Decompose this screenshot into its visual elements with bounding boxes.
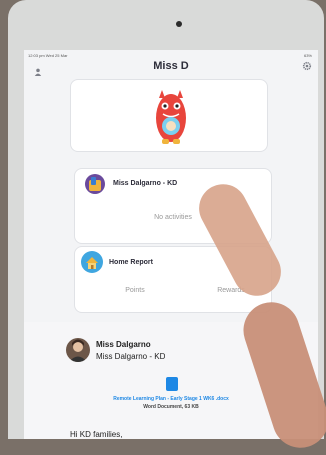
post-body: Hi KD families, xyxy=(70,430,123,439)
gear-icon[interactable] xyxy=(302,61,312,71)
monster-card[interactable] xyxy=(70,79,268,152)
points-label[interactable]: Points xyxy=(105,287,165,294)
author-class: Miss Dalgarno - KD xyxy=(96,352,166,361)
camera xyxy=(176,21,182,27)
author-name: Miss Dalgarno xyxy=(96,340,151,349)
class-name: Miss Dalgarno - KD xyxy=(113,180,178,187)
battery-indicator: 63% xyxy=(303,53,312,58)
home-report-title: Home Report xyxy=(109,259,153,266)
house-icon xyxy=(81,251,103,273)
doc-icon[interactable] xyxy=(166,377,178,391)
monster-icon xyxy=(156,90,186,144)
status-bar: 12:03 pm Wed 25 Mar 63% xyxy=(24,50,318,60)
class-avatar xyxy=(85,174,105,194)
status-time: 12:03 pm Wed 25 Mar xyxy=(28,53,68,58)
page-title: Miss D xyxy=(153,60,189,72)
avatar xyxy=(66,338,90,362)
